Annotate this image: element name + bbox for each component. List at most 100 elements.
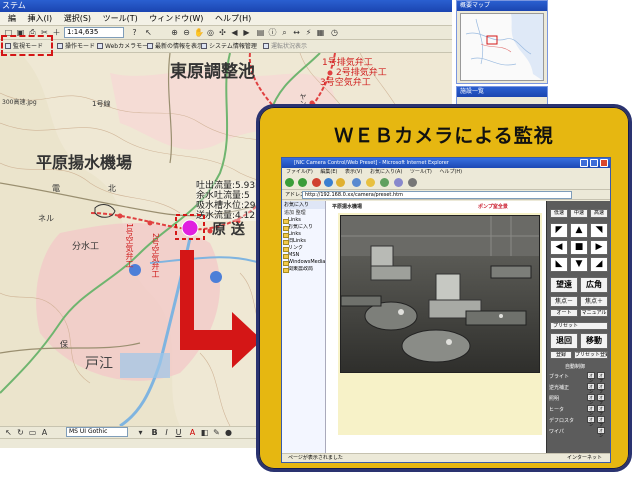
browser-print-icon[interactable] xyxy=(408,178,417,187)
favorite-item[interactable]: リンク xyxy=(282,245,325,252)
tilt-down-button[interactable]: ▼ xyxy=(570,257,588,272)
fixed-zoom-icon[interactable]: ✣ xyxy=(218,28,227,37)
favorites-tools[interactable]: 追加 整理 xyxy=(282,209,325,217)
zoom-wide-button[interactable]: 広角 xyxy=(580,277,608,293)
draw-pointer-icon[interactable]: ↖ xyxy=(4,428,13,437)
bright-on-button[interactable]: オン xyxy=(587,372,595,383)
speed-mid-button[interactable]: 中速 xyxy=(570,209,588,218)
browser-menu-file[interactable]: ファイル(F) xyxy=(286,169,313,175)
manual-focus-button[interactable]: マニュアル xyxy=(580,309,608,317)
layout-icon[interactable]: ▦ xyxy=(316,28,325,37)
preset-register-button[interactable]: プリセット登録 xyxy=(574,351,608,359)
speed-high-button[interactable]: 高速 xyxy=(590,209,608,218)
defroster-on-button[interactable]: オン xyxy=(587,416,595,427)
favorite-item[interactable]: 旧Links xyxy=(282,238,325,245)
zoom-in-icon[interactable]: ⊕ xyxy=(170,28,179,37)
map-scale-select[interactable]: 1:14,635 xyxy=(64,27,124,38)
focus-plus-button[interactable]: 焦点＋ xyxy=(580,296,608,307)
font-select[interactable]: MS UI Gothic xyxy=(66,427,128,437)
refresh-page-icon[interactable] xyxy=(324,178,333,187)
history-icon[interactable] xyxy=(380,178,389,187)
full-extent-icon[interactable]: ◎ xyxy=(206,28,215,37)
refresh-info-button[interactable]: 最新の情報を表示 xyxy=(146,41,205,52)
operation-status-button[interactable]: 運転状況表示 xyxy=(262,41,309,52)
light-off-button[interactable]: オフ xyxy=(597,394,605,405)
font-color-icon[interactable]: A xyxy=(188,428,197,437)
rotate-icon[interactable]: ↻ xyxy=(16,428,25,437)
favorite-item[interactable]: お気に入り xyxy=(282,224,325,231)
favorite-item[interactable]: Links xyxy=(282,217,325,224)
back-icon[interactable] xyxy=(285,178,294,187)
italic-icon[interactable]: I xyxy=(162,428,171,437)
maximize-icon[interactable] xyxy=(590,159,598,167)
menu-item-tools[interactable]: ツール(T) xyxy=(103,14,138,23)
browser-menu-favorites[interactable]: お気に入り(A) xyxy=(370,169,402,175)
favorite-item[interactable]: 関東農政局 xyxy=(282,266,325,273)
menu-item-select[interactable]: 選択(S) xyxy=(64,14,91,23)
rectangle-icon[interactable]: ▭ xyxy=(28,428,37,437)
zoom-out-icon[interactable]: ⊖ xyxy=(182,28,191,37)
preset-return-button[interactable]: 退回 xyxy=(550,333,578,349)
backlight-off-button[interactable]: オフ xyxy=(597,383,605,394)
menu-item-window[interactable]: ウィンドウ(W) xyxy=(149,14,203,23)
find-icon[interactable]: ⌕ xyxy=(280,28,289,37)
measure-icon[interactable]: ↔ xyxy=(292,28,301,37)
overview-map[interactable] xyxy=(460,13,544,81)
favorite-item[interactable]: MSN xyxy=(282,252,325,259)
identify-icon[interactable]: ⓘ xyxy=(268,28,277,37)
pan-right-button[interactable]: ▶ xyxy=(590,240,608,255)
speed-low-button[interactable]: 低速 xyxy=(550,209,568,218)
heater-on-button[interactable]: オン xyxy=(587,405,595,416)
pan-down-left-button[interactable]: ◣ xyxy=(550,257,568,272)
heater-off-button[interactable]: オフ xyxy=(597,405,605,416)
favorite-item[interactable]: Links xyxy=(282,231,325,238)
underline-icon[interactable]: U xyxy=(174,428,183,437)
add-data-icon[interactable]: ＋ xyxy=(52,28,61,37)
zoom-tele-button[interactable]: 望遠 xyxy=(550,277,578,293)
address-input[interactable]: http://192.168.0.xx/camera/preset.htm xyxy=(302,191,572,199)
preset-select[interactable]: プリセット xyxy=(550,322,608,330)
close-icon[interactable] xyxy=(600,159,608,167)
favorites-icon[interactable] xyxy=(366,178,375,187)
help-icon[interactable]: ? xyxy=(130,28,139,37)
menu-item-edit[interactable]: 編 xyxy=(8,14,16,23)
tilt-up-button[interactable]: ▲ xyxy=(570,223,588,238)
forward-icon[interactable] xyxy=(298,178,307,187)
pan-up-right-button[interactable]: ◥ xyxy=(590,223,608,238)
auto-focus-button[interactable]: オート xyxy=(550,309,578,317)
text-tool-icon[interactable]: A xyxy=(40,428,49,437)
pan-down-right-button[interactable]: ◢ xyxy=(590,257,608,272)
forward-extent-icon[interactable]: ▶ xyxy=(242,28,251,37)
browser-menu-view[interactable]: 表示(V) xyxy=(345,169,362,175)
pan-left-button[interactable]: ◀ xyxy=(550,240,568,255)
stop-icon[interactable] xyxy=(312,178,321,187)
select-icon[interactable]: ▤ xyxy=(256,28,265,37)
preset-move-button[interactable]: 移動 xyxy=(580,333,608,349)
wiper-on-button[interactable]: オン xyxy=(597,427,605,438)
pan-icon[interactable]: ✋ xyxy=(194,28,204,37)
favorite-item[interactable]: WindowsMedia xyxy=(282,259,325,266)
marker-color-icon[interactable]: ● xyxy=(224,428,233,437)
system-info-button[interactable]: システム情報管理 xyxy=(200,41,259,52)
browser-menu-edit[interactable]: 編集(E) xyxy=(320,169,337,175)
hyperlink-icon[interactable]: ⚡ xyxy=(304,28,313,37)
bold-icon[interactable]: B xyxy=(150,428,159,437)
light-on-button[interactable]: オン xyxy=(587,394,595,405)
line-color-icon[interactable]: ✎ xyxy=(212,428,221,437)
backlight-on-button[interactable]: オン xyxy=(587,383,595,394)
operation-mode-button[interactable]: 操作モード xyxy=(56,41,97,52)
back-extent-icon[interactable]: ◀ xyxy=(230,28,239,37)
focus-minus-button[interactable]: 焦点－ xyxy=(550,296,578,307)
defroster-off-button[interactable]: オフ xyxy=(597,416,605,427)
camera-image[interactable] xyxy=(340,215,540,373)
pan-up-left-button[interactable]: ◤ xyxy=(550,223,568,238)
browser-menu-tools[interactable]: ツール(T) xyxy=(410,169,432,175)
bright-off-button[interactable]: オフ xyxy=(597,372,605,383)
browser-menu-help[interactable]: ヘルプ(H) xyxy=(439,169,462,175)
browser-search-icon[interactable] xyxy=(352,178,361,187)
menu-item-insert[interactable]: 挿入(I) xyxy=(28,14,53,23)
time-icon[interactable]: ◷ xyxy=(330,28,339,37)
minimize-icon[interactable] xyxy=(580,159,588,167)
menu-item-help[interactable]: ヘルプ(H) xyxy=(215,14,251,23)
fill-color-icon[interactable]: ◧ xyxy=(200,428,209,437)
